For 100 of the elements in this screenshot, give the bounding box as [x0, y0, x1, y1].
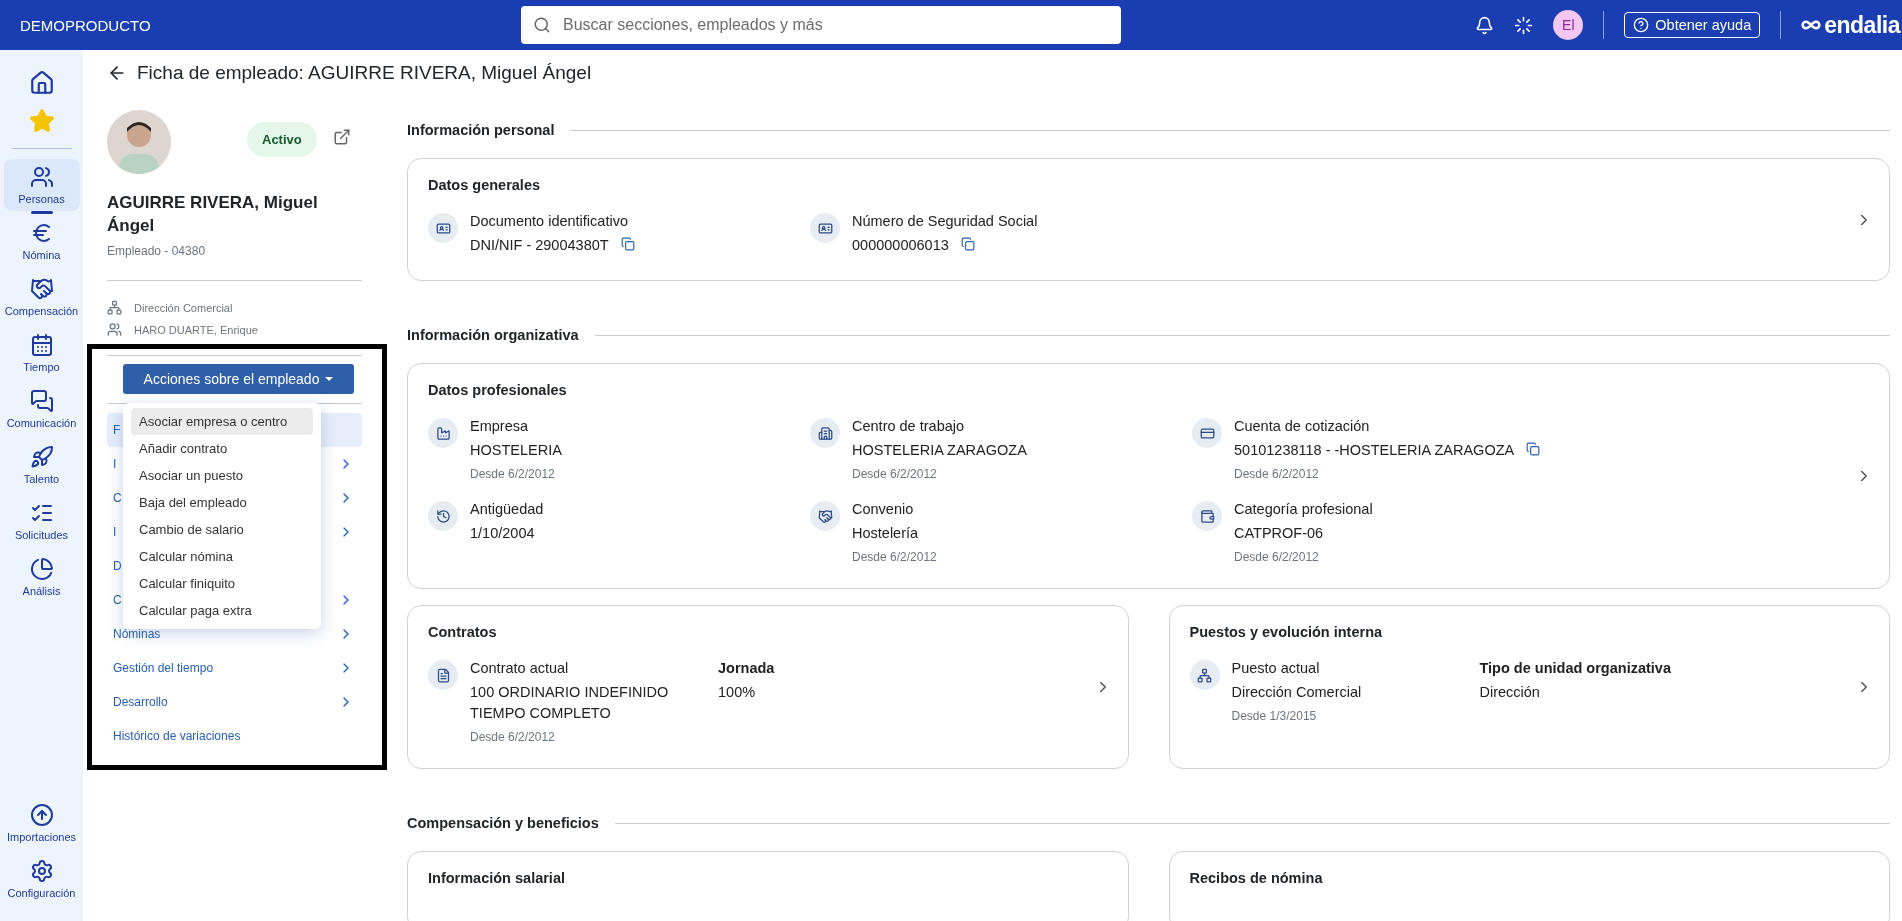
- people-icon: [29, 165, 54, 189]
- field-label: Categoría profesional: [1234, 501, 1373, 518]
- history-icon: [428, 501, 458, 532]
- actions-dropdown-button[interactable]: Acciones sobre el empleado: [123, 363, 354, 394]
- menu-item[interactable]: Asociar un puesto: [131, 461, 313, 489]
- calendar-icon: [29, 333, 54, 357]
- field-value: DNI/NIF - 29004380T: [470, 236, 609, 255]
- employee-name: AGUIRRE RIVERA, Miguel Ángel: [107, 192, 319, 237]
- help-icon: [1633, 17, 1650, 33]
- field-label: Cuenta de cotización: [1234, 418, 1371, 434]
- menu-item[interactable]: Calcular paga extra: [131, 596, 313, 624]
- copy-icon[interactable]: [1526, 442, 1541, 456]
- field-label: Convenio: [852, 501, 915, 518]
- org-chart-icon: [1189, 660, 1220, 691]
- since-date: Desde 6/2/2012: [1234, 467, 1320, 482]
- field-value: CATPROF-06: [1234, 524, 1324, 544]
- copy-icon[interactable]: [960, 237, 975, 251]
- field-value: 1/10/2004: [470, 524, 535, 544]
- since-date: Desde 6/2/2012: [852, 550, 937, 565]
- field-label: Jornada: [718, 660, 776, 677]
- section-nav-item[interactable]: I: [113, 456, 117, 471]
- external-link-icon[interactable]: [332, 128, 351, 146]
- section-nav-item[interactable]: C: [113, 490, 122, 505]
- settings-icon: [29, 859, 54, 883]
- menu-item[interactable]: Añadir contrato: [131, 434, 313, 462]
- sidebar-item[interactable]: Análisis: [3, 551, 80, 603]
- card-title: Información salarial: [428, 870, 566, 887]
- sidebar-item[interactable]: Configuración: [3, 853, 80, 905]
- field-value: HOSTELERIA: [470, 441, 562, 460]
- status-badge: Activo: [247, 122, 317, 157]
- copy-icon[interactable]: [620, 237, 635, 251]
- section-title: Información personal: [407, 122, 555, 138]
- section-nav-item[interactable]: D: [113, 558, 122, 573]
- field-value: Hostelería: [852, 524, 919, 544]
- card-title: Datos profesionales: [428, 382, 568, 398]
- section-nav-item[interactable]: Histórico de variaciones: [113, 728, 241, 743]
- company-name[interactable]: DEMOPRODUCTO: [20, 16, 521, 34]
- field-value: Dirección: [1479, 683, 1540, 703]
- people-icon: [107, 322, 122, 338]
- wallet-icon: [1192, 501, 1222, 532]
- department: Dirección Comercial: [134, 301, 233, 314]
- sidebar-item[interactable]: Comunicación: [3, 383, 80, 435]
- user-avatar[interactable]: El: [1553, 10, 1584, 40]
- sidebar-item[interactable]: Tiempo: [3, 327, 80, 379]
- field-label: Empresa: [470, 418, 530, 434]
- field-value: 000000006013: [852, 236, 949, 255]
- sidebar-item[interactable]: Talento: [3, 439, 80, 491]
- logo[interactable]: endalia: [1801, 11, 1900, 39]
- since-date: Desde 1/3/2015: [1231, 709, 1318, 724]
- rocket-icon: [29, 445, 54, 469]
- field-label: Contrato actual: [470, 660, 570, 677]
- menu-item[interactable]: Calcular nómina: [131, 542, 313, 570]
- field-label: Número de Seguridad Social: [852, 213, 1038, 229]
- field-value: Dirección Comercial: [1231, 683, 1362, 703]
- field-value: 100%: [718, 683, 756, 703]
- menu-item[interactable]: Cambio de salario: [131, 515, 313, 543]
- sidebar-item[interactable]: Solicitudes: [3, 495, 80, 547]
- field-label: Tipo de unidad organizativa: [1479, 660, 1672, 677]
- sidebar-item[interactable]: Importaciones: [3, 797, 80, 849]
- field-value: 50101238118 - -HOSTELERIA ZARAGOZA: [1234, 441, 1515, 460]
- bell-icon[interactable]: [1475, 15, 1495, 35]
- field-value: HOSTELERIA ZARAGOZA: [852, 441, 1027, 460]
- menu-item[interactable]: Baja del empleado: [131, 488, 313, 516]
- card-title: Contratos: [428, 624, 498, 641]
- field-label: Centro de trabajo: [852, 418, 966, 434]
- card-title: Datos generales: [428, 177, 542, 193]
- since-date: Desde 6/2/2012: [470, 730, 556, 745]
- help-button[interactable]: Obtener ayuda: [1624, 12, 1761, 38]
- section-nav-item[interactable]: I: [113, 524, 117, 539]
- card-icon: [1192, 418, 1222, 448]
- section-title: Compensación y beneficios: [407, 815, 599, 832]
- field-label: Antigüedad: [470, 501, 544, 518]
- manager: HARO DUARTE, Enrique: [134, 323, 258, 336]
- building-icon: [810, 418, 840, 448]
- since-date: Desde 6/2/2012: [852, 467, 938, 482]
- org-chart-icon: [107, 300, 122, 316]
- section-nav-item[interactable]: C: [113, 592, 122, 607]
- sidebar-item[interactable]: Compensación: [3, 271, 80, 323]
- spinner-icon: [1514, 15, 1534, 35]
- menu-item[interactable]: Calcular finiquito: [131, 569, 313, 597]
- field-label: Puesto actual: [1231, 660, 1321, 677]
- since-date: Desde 6/2/2012: [1234, 550, 1320, 565]
- since-date: Desde 6/2/2012: [470, 467, 556, 482]
- card-title: Recibos de nómina: [1189, 870, 1324, 887]
- section-nav-item[interactable]: F: [113, 422, 121, 437]
- sidebar-item[interactable]: Personas: [3, 159, 80, 211]
- page-title: Ficha de empleado: AGUIRRE RIVERA, Miguel Ángel: [137, 62, 592, 84]
- menu-item[interactable]: Asociar empresa o centro: [131, 407, 313, 435]
- sidebar-item[interactable]: Nómina: [3, 215, 80, 267]
- id-card-icon: [428, 213, 458, 243]
- section-nav-item[interactable]: Nóminas: [113, 626, 161, 641]
- factory-icon: [428, 418, 458, 448]
- handshake-icon: [29, 277, 54, 301]
- section-nav-item[interactable]: Gestión del tiempo: [113, 660, 214, 675]
- pie-chart-icon: [29, 557, 54, 581]
- card-title: Puestos y evolución interna: [1189, 624, 1384, 641]
- section-nav-item[interactable]: Desarrollo: [113, 694, 168, 709]
- chat-icon: [29, 389, 54, 413]
- section-title: Información organizativa: [407, 327, 579, 343]
- upload-icon: [29, 803, 54, 827]
